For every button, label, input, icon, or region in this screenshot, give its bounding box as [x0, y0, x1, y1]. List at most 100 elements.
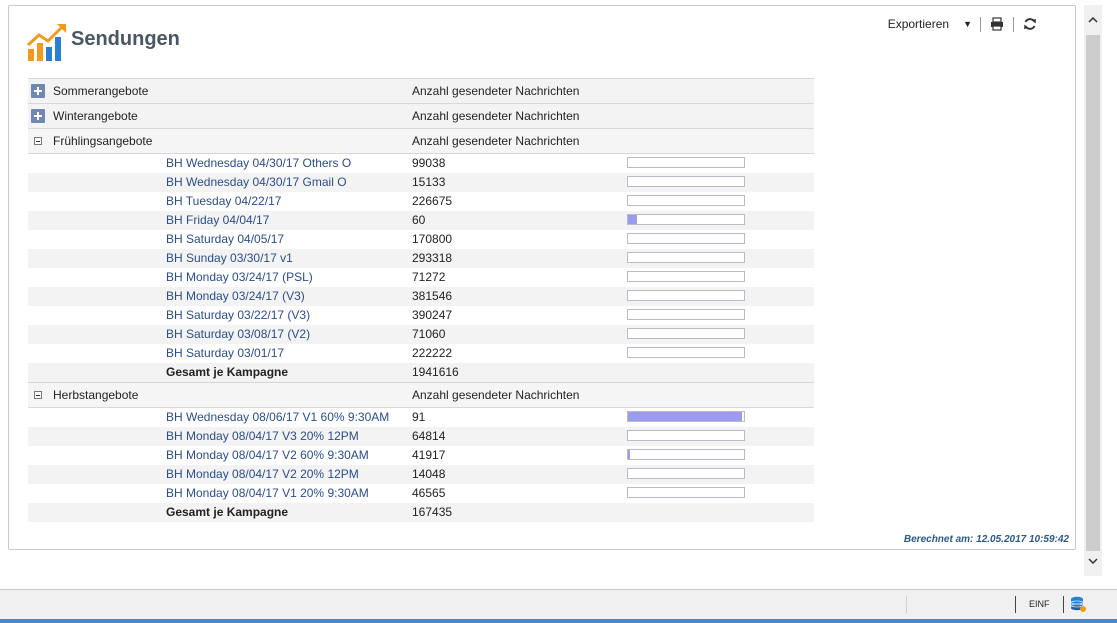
- group-row-winter[interactable]: Winterangebote Anzahl gesendeter Nachric…: [28, 103, 814, 128]
- sent-count: 15133: [412, 175, 446, 189]
- ratio-bar: [627, 347, 745, 358]
- table-row: BH Wednesday 04/30/17 Gmail O 15133: [28, 173, 814, 192]
- table-row: BH Wednesday 08/06/17 V1 60% 9:30AM 91: [28, 408, 814, 427]
- print-icon[interactable]: [989, 16, 1005, 32]
- delivery-name-link[interactable]: BH Saturday 04/05/17: [166, 230, 284, 249]
- ratio-bar: [627, 328, 745, 339]
- table-row: BH Monday 08/04/17 V2 20% 12PM 14048: [28, 465, 814, 484]
- sent-count: 170800: [412, 232, 453, 246]
- total-label: Gesamt je Kampagne: [166, 505, 289, 519]
- collapse-icon[interactable]: [34, 391, 42, 399]
- report-toolbar: Exportieren ▼: [888, 15, 1038, 33]
- delivery-name-link[interactable]: BH Wednesday 08/06/17 V1 60% 9:30AM: [166, 408, 389, 427]
- delivery-name-link[interactable]: BH Saturday 03/22/17 (V3): [166, 306, 310, 325]
- table-row: BH Saturday 03/01/17 222222: [28, 344, 814, 363]
- sent-count: 71060: [412, 327, 446, 341]
- sent-count: 64814: [412, 429, 446, 443]
- refresh-icon[interactable]: [1022, 16, 1038, 32]
- ratio-bar: [627, 195, 745, 206]
- delivery-name-link[interactable]: BH Saturday 03/01/17: [166, 344, 284, 363]
- delivery-name-link[interactable]: BH Monday 08/04/17 V1 20% 9:30AM: [166, 484, 369, 503]
- ratio-bar: [627, 430, 745, 441]
- export-dropdown[interactable]: Exportieren ▼: [888, 17, 972, 31]
- vertical-scrollbar[interactable]: [1084, 5, 1102, 576]
- group-row-autumn[interactable]: Herbstangebote Anzahl gesendeter Nachric…: [28, 382, 814, 408]
- total-value: 167435: [412, 505, 453, 519]
- scrollbar-thumb[interactable]: [1086, 35, 1100, 551]
- status-divider: [1063, 596, 1064, 613]
- sent-count: 91: [412, 410, 426, 424]
- window-bottom-edge: [0, 619, 1117, 623]
- ratio-bar-fill: [628, 412, 742, 421]
- delivery-name-link[interactable]: BH Saturday 03/08/17 (V2): [166, 325, 310, 344]
- delivery-name-link[interactable]: BH Sunday 03/30/17 v1: [166, 249, 293, 268]
- group-column-label: Anzahl gesendeter Nachrichten: [412, 134, 580, 148]
- status-divider: [1015, 596, 1016, 613]
- ratio-bar: [627, 176, 745, 187]
- status-bar: EINF: [0, 589, 1117, 620]
- group-row-spring[interactable]: Frühlingsangebote Anzahl gesendeter Nach…: [28, 128, 814, 154]
- delivery-name-link[interactable]: BH Monday 08/04/17 V2 60% 9:30AM: [166, 446, 369, 465]
- ratio-bar: [627, 487, 745, 498]
- chevron-down-icon: ▼: [963, 19, 972, 29]
- delivery-name-link[interactable]: BH Friday 04/04/17: [166, 211, 269, 230]
- sent-count: 71272: [412, 270, 446, 284]
- sent-count: 226675: [412, 194, 453, 208]
- group-row-summer[interactable]: Sommerangebote Anzahl gesendeter Nachric…: [28, 78, 814, 103]
- toolbar-divider: [1013, 16, 1014, 32]
- chart-logo-icon: [26, 24, 66, 61]
- sent-count: 46565: [412, 486, 446, 500]
- ratio-bar: [627, 290, 745, 301]
- ratio-bar: [627, 411, 745, 422]
- table-row: BH Monday 03/24/17 (PSL) 71272: [28, 268, 814, 287]
- autumn-rows: BH Wednesday 08/06/17 V1 60% 9:30AM 91 BH …: [28, 408, 814, 522]
- total-value: 1941616: [412, 365, 459, 379]
- table-row: BH Friday 04/04/17 60: [28, 211, 814, 230]
- spring-rows: BH Wednesday 04/30/17 Others O 99038 BH We…: [28, 154, 814, 382]
- delivery-name-link[interactable]: BH Tuesday 04/22/17: [166, 192, 281, 211]
- sent-count: 381546: [412, 289, 453, 303]
- ratio-bar: [627, 468, 745, 479]
- export-label: Exportieren: [887, 17, 950, 31]
- report-table: Sommerangebote Anzahl gesendeter Nachric…: [28, 78, 814, 522]
- table-row: BH Saturday 03/08/17 (V2) 71060: [28, 325, 814, 344]
- table-row: BH Tuesday 04/22/17 226675: [28, 192, 814, 211]
- group-column-label: Anzahl gesendeter Nachrichten: [412, 109, 580, 123]
- sent-count: 222222: [412, 346, 453, 360]
- ratio-bar: [627, 214, 745, 225]
- sent-count: 99038: [412, 156, 446, 170]
- ratio-bar-fill: [628, 450, 631, 459]
- ratio-bar: [627, 233, 745, 244]
- delivery-name-link[interactable]: BH Monday 08/04/17 V2 20% 12PM: [166, 465, 359, 484]
- scroll-up-icon[interactable]: [1084, 11, 1102, 29]
- sent-count: 41917: [412, 448, 446, 462]
- sent-count: 293318: [412, 251, 453, 265]
- table-row: BH Monday 08/04/17 V2 60% 9:30AM 41917: [28, 446, 814, 465]
- expand-icon[interactable]: [31, 109, 45, 123]
- delivery-name-link[interactable]: BH Wednesday 04/30/17 Gmail O: [166, 173, 347, 192]
- expand-icon[interactable]: [31, 84, 45, 98]
- table-row: BH Monday 08/04/17 V3 20% 12PM 64814: [28, 427, 814, 446]
- ratio-bar-fill: [628, 215, 638, 224]
- ratio-bar: [627, 252, 745, 263]
- table-row: BH Saturday 03/22/17 (V3) 390247: [28, 306, 814, 325]
- table-row: BH Monday 08/04/17 V1 20% 9:30AM 46565: [28, 484, 814, 503]
- total-label: Gesamt je Kampagne: [166, 365, 289, 379]
- computed-timestamp: Berechnet am: 12.05.2017 10:59:42: [903, 534, 1069, 545]
- database-icon[interactable]: [1070, 596, 1086, 612]
- delivery-name-link[interactable]: BH Wednesday 04/30/17 Others O: [166, 154, 351, 173]
- delivery-name-link[interactable]: BH Monday 03/24/17 (PSL): [166, 268, 313, 287]
- sent-count: 14048: [412, 467, 446, 481]
- delivery-name-link[interactable]: BH Monday 08/04/17 V3 20% 12PM: [166, 427, 359, 446]
- scroll-down-icon[interactable]: [1084, 552, 1102, 570]
- table-row: BH Wednesday 04/30/17 Others O 99038: [28, 154, 814, 173]
- collapse-icon[interactable]: [34, 137, 42, 145]
- group-name: Frühlingsangebote: [53, 134, 153, 148]
- group-name: Herbstangebote: [53, 388, 139, 402]
- table-row: BH Saturday 04/05/17 170800: [28, 230, 814, 249]
- delivery-name-link[interactable]: BH Monday 03/24/17 (V3): [166, 287, 305, 306]
- group-column-label: Anzahl gesendeter Nachrichten: [412, 84, 580, 98]
- ratio-bar: [627, 309, 745, 320]
- sent-count: 390247: [412, 308, 453, 322]
- toolbar-divider: [980, 16, 981, 32]
